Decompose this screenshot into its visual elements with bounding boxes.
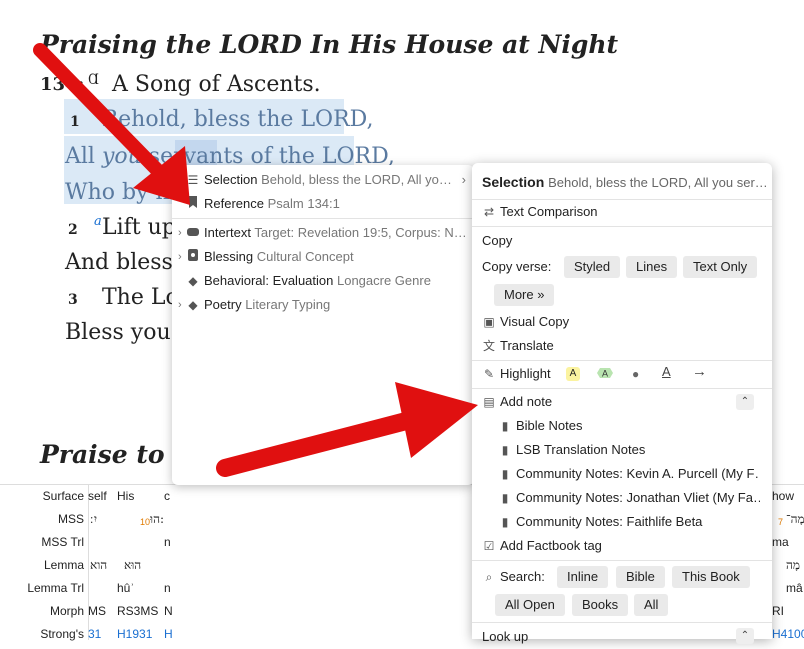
copy-lines-button[interactable]: Lines [626,256,678,278]
section-heading: Praising the LORD In His House at Night [40,30,619,59]
note-icon: ▤ [483,395,495,409]
highlight-yellow-icon[interactable]: A [566,367,580,381]
search-all-button[interactable]: All [634,594,669,616]
tag-icon [186,221,200,245]
swap-icon: ⇄ [483,205,495,219]
notebook-icon: ▮ [501,491,509,505]
note-item[interactable]: ▮ LSB Translation Notes [498,438,760,462]
search-label: ⌕ Search: [482,565,545,589]
collapse-icon[interactable]: ⌃ [736,628,754,644]
concept-icon [186,245,200,269]
note-item[interactable]: ▮ Community Notes: Jonathan Vliet (My Fa… [498,486,760,510]
checkbox-icon: ☑ [483,539,495,553]
footnote-marker[interactable]: a [94,214,102,229]
menu-item-blessing[interactable]: › Blessing Cultural Concept [172,245,474,269]
note-item[interactable]: ▮ Bible Notes [498,414,760,438]
menu-divider [472,226,772,227]
note-item[interactable]: ▮ Community Notes: Kevin A. Purcell (My F… [498,462,760,486]
menu-item-poetry[interactable]: › ◆ Poetry Literary Typing [172,293,474,317]
note-item[interactable]: ▮ Community Notes: Faithlife Beta [498,510,760,534]
highlight-green-icon[interactable]: A [596,366,614,380]
highlight-item[interactable]: ✎ Highlight [482,362,551,386]
add-note-item[interactable]: ▤ Add note [482,390,552,414]
verse-number[interactable]: 2 [68,222,78,238]
person-icon[interactable]: ● [632,367,639,381]
chevron-right-icon: › [461,172,466,187]
font-color-icon[interactable]: A [662,364,671,379]
notebook-icon: ▮ [501,515,509,529]
pen-icon: ✎ [483,367,495,381]
text-comparison-item[interactable]: ⇄ Text Comparison [482,200,598,224]
menu-divider [472,388,772,389]
search-bible-button[interactable]: Bible [616,566,665,588]
notebook-icon: ▮ [501,467,509,481]
search-inline-button[interactable]: Inline [557,566,609,588]
diamond-icon: ◆ [188,298,198,312]
chevron-right-icon: › [178,227,182,239]
menu-divider [472,622,772,623]
verse-number[interactable]: 3 [68,292,78,308]
add-factbook-tag-item[interactable]: ☑ Add Factbook tag [482,534,602,558]
search-this-book-button[interactable]: This Book [672,566,750,588]
menu-divider [172,218,474,219]
menu-item-selection[interactable]: ☰ Selection Behold, bless the LORD, All … [172,168,474,192]
image-icon: ▣ [483,315,495,329]
verse-number[interactable]: 1 [70,114,80,130]
bookmark-icon [186,192,200,216]
menu-divider [472,560,772,561]
chevron-right-icon: › [178,251,182,263]
translate-icon: 文 [482,339,495,353]
copy-text-only-button[interactable]: Text Only [683,256,758,278]
menu-item-behavioral[interactable]: ◆ Behavioral: Evaluation Longacre Genre [172,269,474,293]
verse-line[interactable]: Behold, bless the LORD, [102,107,374,132]
chevron-right-icon: › [178,299,182,311]
verse-line[interactable]: Lift up [102,215,176,240]
translate-item[interactable]: 文 Translate [482,334,554,358]
collapse-icon[interactable]: ⌃ [736,394,754,410]
notebook-icon: ▮ [501,443,509,457]
menu-header: Selection Behold, bless the LORD, All yo… [482,174,767,190]
arrow-right-icon[interactable]: → [692,363,707,380]
search-books-button[interactable]: Books [572,594,629,616]
look-up-item[interactable]: Look up [482,625,528,649]
menu-item-intertext[interactable]: › Intertext Target: Revelation 19:5, Cor… [172,221,474,245]
context-menu-left: ☰ Selection Behold, bless the LORD, All … [172,165,474,485]
menu-divider [472,360,772,361]
copy-styled-button[interactable]: Styled [564,256,621,278]
menu-item-reference[interactable]: Reference Psalm 134:1 [172,192,474,216]
search-icon: ⌕ [485,570,493,584]
copy-verse-label: Copy verse: [482,259,552,274]
svg-text:A: A [602,369,608,379]
text-lines-icon: ☰ [187,173,199,187]
diamond-icon: ◆ [188,274,198,288]
verse-line[interactable]: And bless t [65,250,189,275]
psalm-superscription: A Song of Ascents. [112,72,321,97]
copy-more-button[interactable]: More » [494,284,555,306]
verse-line[interactable]: The Lo [102,285,179,310]
copy-item[interactable]: Copy [482,229,512,253]
notebook-icon: ▮ [501,419,509,433]
psalm-title-marker: Ɑ [88,72,99,88]
visual-copy-item[interactable]: ▣ Visual Copy [482,310,569,334]
search-all-open-button[interactable]: All Open [495,594,565,616]
psalm-number: 134: [40,74,85,95]
context-menu-right: Selection Behold, bless the LORD, All yo… [472,163,772,644]
